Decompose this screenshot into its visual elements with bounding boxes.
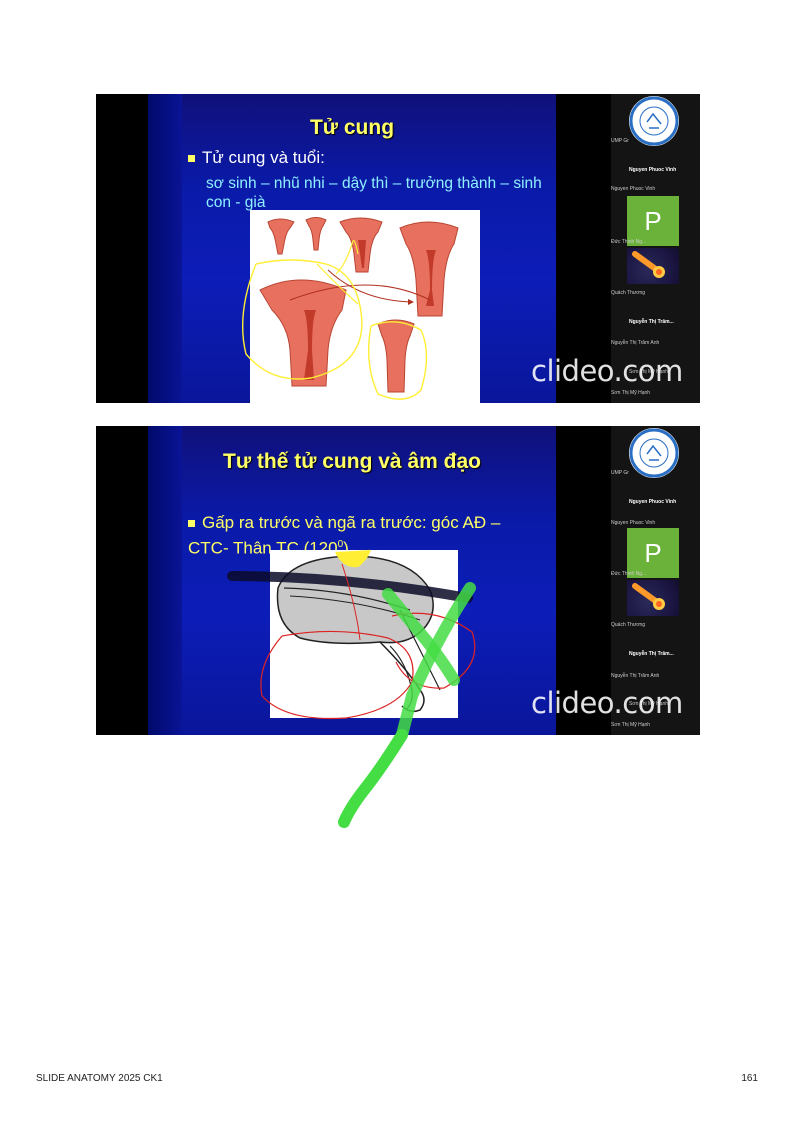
slide-panel: Tư thế tử cung và âm đạo Gấp ra trước và… <box>148 426 556 735</box>
bullet-icon <box>188 520 195 528</box>
participant-name-host: Nguyen Phuoc Vinh <box>629 499 677 505</box>
meteor-avatar-icon <box>627 580 679 616</box>
participant-p-label: Đức Thịnh Ng... <box>611 571 647 577</box>
participant-sub-host: Nguyen Phuoc Vinh <box>611 520 656 526</box>
bullet-item: Tử cung và tuổi: <box>188 148 325 168</box>
meteor-avatar-icon <box>627 248 679 284</box>
logo-label: UMP Gr <box>611 138 629 144</box>
uterus-illustration <box>259 217 459 393</box>
participant-meteor-label: Quách Thương <box>611 290 646 296</box>
participant-bottom-label: Sơn Thị Mỹ Hạnh <box>611 390 651 396</box>
university-logo <box>629 428 679 478</box>
university-logo <box>629 96 679 146</box>
participant-name-member: Nguyễn Thị Trâm... <box>629 651 674 657</box>
clideo-watermark: clideo.com <box>531 354 683 388</box>
bullet-text: Tử cung và tuổi: <box>202 148 325 167</box>
participant-sub-member: Nguyễn Thị Trâm Anh <box>611 673 660 679</box>
participant-name-host: Nguyen Phuoc Vinh <box>629 167 677 173</box>
participant-sub-member: Nguyễn Thị Trâm Anh <box>611 340 660 346</box>
slide-title: Tư thế tử cung và âm đạo <box>223 450 481 473</box>
participant-bottom-label: Sơn Thị Mỹ Hạnh <box>611 722 651 728</box>
clideo-watermark: clideo.com <box>531 686 683 720</box>
screenshot-uterus-ages: Tử cung Tử cung và tuổi: sơ sinh – nhũ n… <box>96 94 700 403</box>
logo-label: UMP Gr <box>611 470 629 476</box>
slide-title: Tử cung <box>309 116 395 139</box>
page-number: 161 <box>741 1073 758 1084</box>
participant-meteor-label: Quách Thương <box>611 622 646 628</box>
bullet-icon <box>188 155 195 163</box>
uterus-stages-image <box>250 210 480 403</box>
screenshot-uterus-position: Tư thế tử cung và âm đạo Gấp ra trước và… <box>96 426 700 735</box>
sub-bullet-text: sơ sinh – nhũ nhi – dậy thì – trưởng thà… <box>206 175 542 211</box>
pelvic-section-image <box>270 550 458 718</box>
slide-panel: Tử cung Tử cung và tuổi: sơ sinh – nhũ n… <box>148 94 556 403</box>
participant-p-label: Đức Thịnh Ng... <box>611 239 647 245</box>
footer-course-label: SLIDE ANATOMY 2025 CK1 <box>36 1073 163 1084</box>
participant-sub-host: Nguyen Phuoc Vinh <box>611 186 656 192</box>
participant-name-member: Nguyễn Thị Trâm... <box>629 319 674 325</box>
pelvic-diagram <box>276 555 441 713</box>
